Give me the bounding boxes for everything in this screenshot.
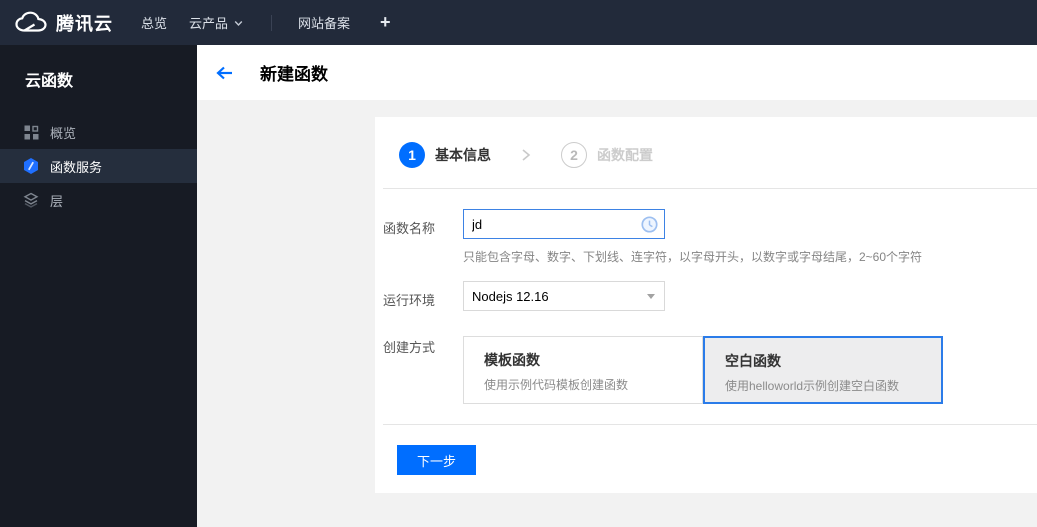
back-arrow-icon — [215, 65, 234, 81]
sidebar-item-function-service[interactable]: 函数服务 — [0, 149, 197, 183]
step-indicator: 1 基本信息 2 函数配置 — [399, 142, 653, 168]
back-button[interactable] — [215, 65, 234, 81]
method-card-template-function[interactable]: 模板函数 使用示例代码模板创建函数 — [463, 336, 703, 404]
method-card-title: 模板函数 — [484, 352, 540, 368]
runtime-label: 运行环境 — [383, 293, 436, 308]
method-card-description: 使用示例代码模板创建函数 — [484, 378, 629, 392]
sidebar-item-label: 概览 — [50, 125, 77, 141]
nav-overview[interactable]: 总览 — [141, 13, 167, 32]
content-area: 1 基本信息 2 函数配置 函数名称 只能包含字母、数字、下划线、连字符，以字母… — [197, 100, 1037, 527]
step-2-circle: 2 — [561, 142, 587, 168]
sidebar-item-layers[interactable]: 层 — [0, 183, 197, 217]
page-header: 新建函数 — [197, 45, 1037, 100]
sidebar: 云函数 概览 函数服务 层 — [0, 45, 197, 527]
grid-overview-icon — [22, 123, 40, 141]
creation-method-label: 创建方式 — [383, 340, 436, 355]
function-name-hint: 只能包含字母、数字、下划线、连字符，以字母开头，以数字或字母结尾，2~60个字符 — [463, 250, 923, 264]
dropdown-caret-icon — [647, 294, 655, 299]
sidebar-item-label: 函数服务 — [50, 159, 103, 175]
next-step-button[interactable]: 下一步 — [397, 445, 476, 475]
steps-divider — [383, 188, 1037, 189]
sidebar-item-label: 层 — [50, 193, 64, 209]
sidebar-item-overview[interactable]: 概览 — [0, 115, 197, 149]
nav-cloud-products[interactable]: 云产品 — [189, 13, 243, 32]
footer-divider — [383, 424, 1037, 425]
function-hexagon-icon — [22, 157, 40, 175]
step-2-label: 函数配置 — [597, 147, 653, 163]
method-card-description: 使用helloworld示例创建空白函数 — [725, 379, 900, 393]
chevron-down-icon — [234, 20, 243, 27]
create-function-card: 1 基本信息 2 函数配置 函数名称 只能包含字母、数字、下划线、连字符，以字母… — [375, 117, 1037, 493]
brand-name: 腾讯云 — [56, 13, 113, 34]
tencent-cloud-logo-icon — [14, 11, 48, 34]
add-tab-button[interactable]: + — [380, 12, 391, 33]
brand[interactable]: 腾讯云 — [14, 10, 113, 36]
step-1-label: 基本信息 — [435, 147, 491, 163]
topbar: 腾讯云 总览 云产品 网站备案 + — [0, 0, 1037, 45]
clock-pending-icon — [641, 215, 658, 233]
method-card-blank-function[interactable]: 空白函数 使用helloworld示例创建空白函数 — [703, 336, 943, 404]
step-chevron-icon — [521, 148, 531, 162]
nav-website-icp[interactable]: 网站备案 — [298, 13, 350, 32]
runtime-select[interactable]: Nodejs 12.16 — [463, 281, 665, 311]
top-nav: 总览 云产品 网站备案 + — [141, 12, 391, 33]
sidebar-title: 云函数 — [25, 73, 74, 90]
function-name-field — [463, 209, 665, 239]
topbar-divider — [271, 14, 273, 31]
function-name-label: 函数名称 — [383, 221, 436, 236]
method-card-title: 空白函数 — [725, 353, 781, 369]
layers-icon — [22, 191, 40, 209]
runtime-selected-value: Nodejs 12.16 — [472, 288, 549, 304]
function-name-input[interactable] — [464, 216, 641, 232]
page-title: 新建函数 — [260, 65, 328, 84]
nav-cloud-products-label: 云产品 — [189, 16, 229, 31]
step-1-circle: 1 — [399, 142, 425, 168]
